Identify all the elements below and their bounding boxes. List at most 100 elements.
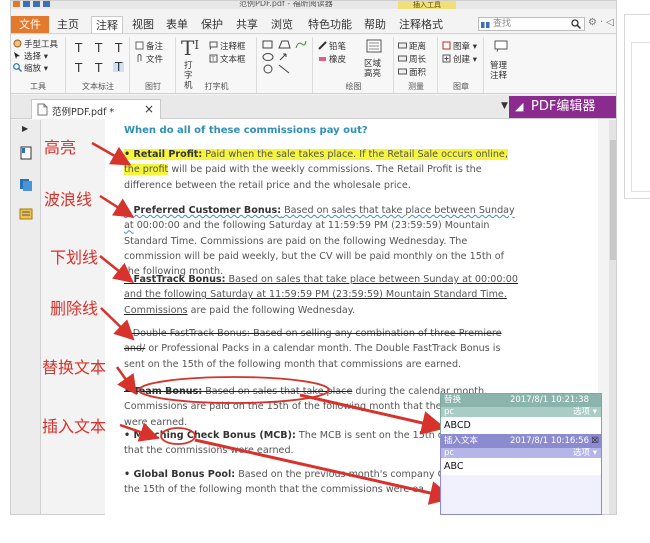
shapes-icon[interactable]: [262, 40, 310, 78]
callout-label: 注释框: [220, 42, 246, 52]
pages-icon[interactable]: [19, 178, 33, 192]
tab-browse[interactable]: 浏览: [267, 16, 297, 33]
retail-profit-title: • Retail Profit:: [124, 149, 203, 160]
comment-subheader: pc 选项 ▾: [441, 407, 601, 417]
document-tab[interactable]: 范例PDF.pdf * ×: [31, 99, 161, 119]
group-stamp-label: 图章: [453, 82, 469, 91]
label-insert-text: 插入文本: [42, 417, 107, 436]
context-tab-insert-tools[interactable]: 插入工具: [398, 1, 456, 9]
stamp-icon: [442, 41, 451, 50]
group-measure: 距离 周长 面积 测量: [395, 37, 438, 93]
fasttrack-title: • FastTrack Bonus:: [124, 274, 226, 285]
group-pin: 备注 文件 图钉: [131, 37, 176, 93]
tab-form[interactable]: 表单: [162, 16, 192, 33]
paragraph-retail-profit[interactable]: • Retail Profit: Paid when the sale take…: [124, 147, 519, 193]
paragraph-fasttrack[interactable]: • FastTrack Bonus: Based on sales that t…: [124, 272, 519, 318]
tab-comment[interactable]: 注释: [91, 16, 123, 33]
pencil-label: 铅笔: [329, 42, 347, 52]
close-tab-icon[interactable]: ×: [144, 102, 154, 116]
scrollbar-thumb[interactable]: [610, 140, 616, 260]
zoom-icon: [13, 63, 22, 72]
cursor-icon: [14, 52, 20, 59]
vertical-scrollbar[interactable]: [609, 120, 616, 514]
comment-type: 替换: [444, 395, 462, 405]
fasttrack-body: are paid the following Wednesday.: [190, 304, 356, 316]
textbox-icon: T: [209, 54, 218, 63]
distance-label: 距离: [409, 42, 427, 52]
comment-popup-replace[interactable]: 替换 2017/8/1 10:21:38 pc 选项 ▾ ABCD: [440, 393, 602, 435]
select-tool-button[interactable]: 选择 ▾: [13, 51, 48, 62]
group-drawing: 铅笔 橡皮 区域高亮 绘图: [314, 37, 394, 93]
search-box[interactable]: 查找: [478, 17, 585, 31]
textbox-button[interactable]: T 文本框: [209, 54, 246, 65]
search-icon[interactable]: [571, 19, 581, 29]
perimeter-button[interactable]: 周长: [398, 54, 426, 65]
bookmark-icon[interactable]: [19, 146, 33, 160]
eraser-button[interactable]: 橡皮: [318, 54, 346, 65]
area-highlight-button[interactable]: 区域高亮: [364, 59, 386, 79]
highlight-text-button[interactable]: T: [75, 42, 82, 54]
window-controls[interactable]: ⚙·◁▷: [588, 17, 616, 28]
paragraph-double-fasttrack[interactable]: • Double FastTrack Bonus: Based on selli…: [124, 326, 519, 372]
comment-options-button[interactable]: 选项 ▾: [573, 448, 597, 458]
svg-text:T: T: [210, 56, 215, 63]
navigation-side-panel: ▶: [11, 120, 41, 514]
tab-protect[interactable]: 保护: [197, 16, 227, 33]
area-highlight-icon: [366, 39, 382, 53]
tab-view[interactable]: 视图: [128, 16, 158, 33]
hand-tool-label: 手型工具: [24, 40, 59, 50]
insert-text-button[interactable]: T: [113, 61, 125, 73]
expand-panel-icon[interactable]: ▶: [22, 124, 28, 133]
comment-header: 替换 2017/8/1 10:21:38: [441, 394, 601, 407]
pdf-editor-button[interactable]: ◢ PDF编辑器: [509, 96, 616, 118]
title-bar: 范例PDF.pdf - 福昕阅读器 插入工具: [11, 1, 616, 9]
tab-list-dropdown-icon[interactable]: ▼: [501, 101, 508, 111]
group-stamp: 图章 ▾ 创建 ▾ 图章: [439, 37, 484, 93]
create-stamp-button[interactable]: 创建 ▾: [442, 54, 477, 65]
callout-icon: [209, 41, 218, 50]
manage-comments-button[interactable]: 管理注释: [490, 61, 512, 81]
tab-file[interactable]: 文件: [11, 16, 49, 33]
comment-body[interactable]: ABC: [441, 458, 601, 475]
area-icon: [398, 68, 407, 75]
comment-options-button[interactable]: 选项 ▾: [573, 407, 597, 417]
matching-check-title: • Matching Check Bonus (MCB):: [124, 430, 296, 441]
comment-author: pc: [444, 448, 455, 458]
pencil-icon: [318, 41, 327, 50]
file-attach-button[interactable]: 文件: [135, 54, 163, 65]
tab-help[interactable]: 帮助: [360, 16, 390, 33]
callout-button[interactable]: 注释框: [209, 41, 246, 52]
strikeout-text-button[interactable]: T: [75, 62, 82, 74]
pencil-button[interactable]: 铅笔: [318, 41, 346, 52]
comment-datetime: 2017/8/1 10:16:56: [509, 436, 589, 446]
note-button[interactable]: 备注: [135, 41, 163, 52]
paragraph-preferred-customer[interactable]: • Preferred Customer Bonus: Based on sal…: [124, 203, 519, 279]
team-bonus-title: • Team Bonus:: [124, 386, 203, 397]
group-drawing-label: 绘图: [345, 82, 362, 91]
underline-text-button[interactable]: T: [115, 42, 122, 54]
typewriter-icon[interactable]: TI: [181, 36, 199, 60]
comment-author: pc: [444, 407, 455, 417]
tab-comment-format[interactable]: 注释格式: [395, 16, 447, 33]
hand-tool-button[interactable]: 手型工具: [13, 39, 58, 50]
stamp-button[interactable]: 图章 ▾: [442, 41, 477, 52]
stamp-label: 图章: [453, 42, 471, 52]
replace-text-button[interactable]: T: [95, 62, 102, 74]
tab-home[interactable]: 主页: [53, 16, 83, 33]
tab-share[interactable]: 共享: [232, 16, 262, 33]
label-highlight: 高亮: [44, 138, 77, 157]
paperclip-icon: [137, 54, 142, 62]
textbox-label: 文本框: [220, 55, 246, 65]
area-button[interactable]: 面积: [398, 67, 426, 78]
perimeter-label: 周长: [409, 55, 427, 65]
close-comment-icon[interactable]: ☒: [591, 435, 599, 448]
comments-panel-icon[interactable]: [19, 208, 33, 222]
quick-access-toolbar[interactable]: [13, 1, 73, 9]
zoom-tool-button[interactable]: 缩放 ▾: [13, 63, 48, 74]
label-replace-text: 替换文本: [42, 358, 107, 377]
distance-button[interactable]: 距离: [398, 41, 426, 52]
comment-body[interactable]: ABCD: [441, 417, 601, 434]
tab-features[interactable]: 特色功能: [304, 16, 356, 33]
comment-popup-insert[interactable]: 插入文本 2017/8/1 10:16:56 ☒ pc 选项 ▾ ABC: [440, 434, 602, 515]
squiggly-text-button[interactable]: T: [95, 42, 102, 54]
